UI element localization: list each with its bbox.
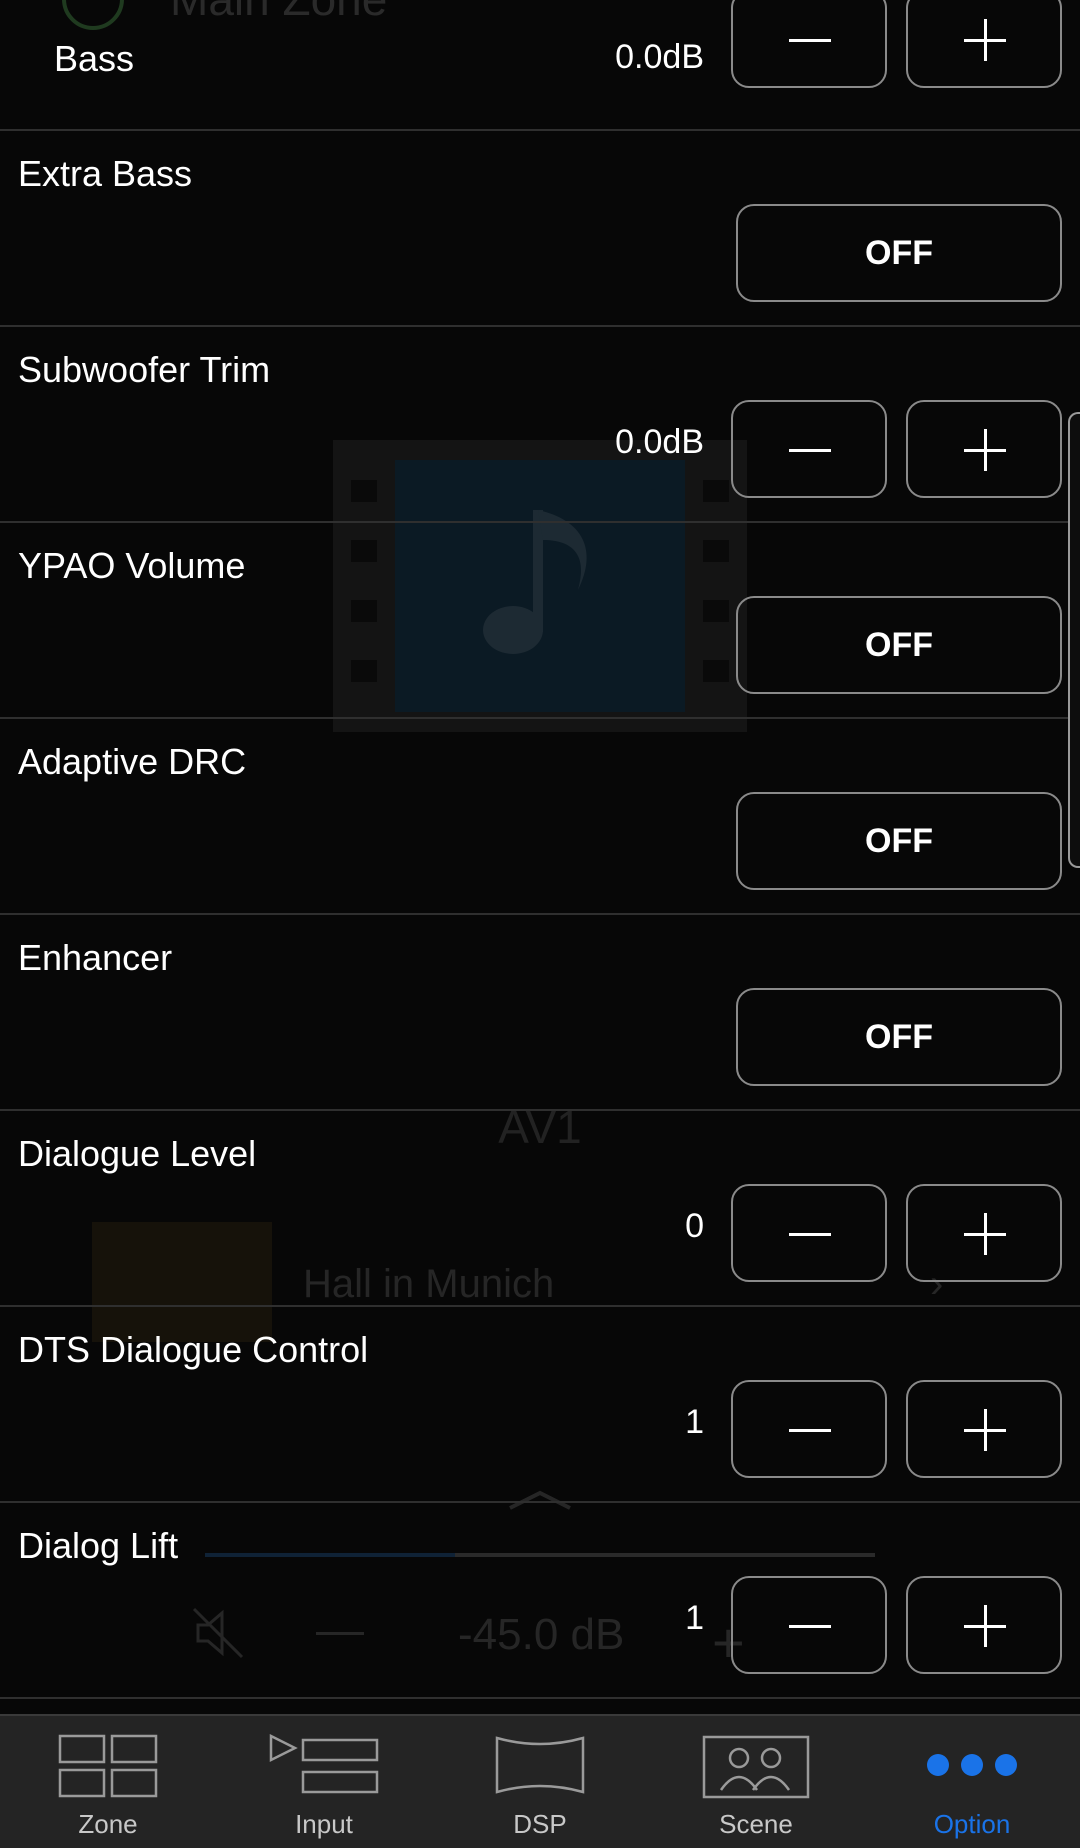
tab-label: Zone	[78, 1809, 138, 1839]
option-label: Dialog Lift	[18, 1525, 179, 1566]
option-label: Bass	[54, 38, 135, 79]
dts-dialogue-control-decrease-button[interactable]	[731, 1380, 887, 1478]
bass-decrease-button[interactable]	[731, 0, 887, 88]
subwoofer-trim-decrease-button[interactable]	[731, 400, 887, 498]
scene-icon	[702, 1735, 810, 1799]
tab-label: DSP	[513, 1809, 567, 1839]
option-row-extra-bass: Extra Bass OFF	[0, 131, 1080, 327]
minus-icon	[789, 1429, 831, 1432]
option-row-bass: Bass 0.0dB	[0, 0, 1080, 131]
scrollbar[interactable]	[1068, 412, 1080, 868]
option-value: 1	[685, 1403, 704, 1441]
tab-input[interactable]: Input	[216, 1716, 432, 1848]
extra-bass-toggle[interactable]: OFF	[736, 204, 1062, 302]
option-label: Subwoofer Trim	[18, 349, 271, 390]
option-row-ypao-volume: YPAO Volume OFF	[0, 523, 1080, 719]
dialog-lift-increase-button[interactable]	[906, 1576, 1062, 1674]
dialogue-level-decrease-button[interactable]	[731, 1184, 887, 1282]
minus-icon	[789, 1233, 831, 1236]
option-label: Dialogue Level	[18, 1133, 257, 1174]
option-value: 0.0dB	[615, 423, 704, 461]
tab-option[interactable]: Option	[864, 1716, 1080, 1848]
dsp-icon	[495, 1736, 585, 1794]
option-row-subwoofer-trim: Subwoofer Trim 0.0dB	[0, 327, 1080, 523]
ypao-volume-toggle[interactable]: OFF	[736, 596, 1062, 694]
option-row-dialog-lift: Dialog Lift 1	[0, 1503, 1080, 1699]
option-label: YPAO Volume	[18, 545, 246, 586]
dialog-lift-decrease-button[interactable]	[731, 1576, 887, 1674]
minus-icon	[789, 1625, 831, 1628]
dts-dialogue-control-increase-button[interactable]	[906, 1380, 1062, 1478]
tab-dsp[interactable]: DSP	[432, 1716, 648, 1848]
minus-icon	[789, 39, 831, 42]
tab-label: Scene	[719, 1809, 793, 1839]
adaptive-drc-toggle[interactable]: OFF	[736, 792, 1062, 890]
option-value: 1	[685, 1599, 704, 1637]
enhancer-toggle[interactable]: OFF	[736, 988, 1062, 1086]
tab-label: Input	[295, 1809, 353, 1839]
option-dots-icon	[927, 1754, 1017, 1776]
option-label: Enhancer	[18, 937, 173, 978]
option-value: 0.0dB	[615, 38, 704, 76]
option-row-enhancer: Enhancer OFF	[0, 915, 1080, 1111]
dialogue-level-increase-button[interactable]	[906, 1184, 1062, 1282]
minus-icon	[789, 449, 831, 452]
input-icon	[269, 1734, 379, 1794]
option-screen: Main Zone AV1 Hall in Munich › -4	[0, 0, 1080, 1848]
option-label: DTS Dialogue Control	[18, 1329, 369, 1370]
option-row-adaptive-drc: Adaptive DRC OFF	[0, 719, 1080, 915]
option-label: Extra Bass	[18, 153, 193, 194]
option-row-dts-dialogue-control: DTS Dialogue Control 1	[0, 1307, 1080, 1503]
option-row-dialogue-level: Dialogue Level 0	[0, 1111, 1080, 1307]
bottom-tab-bar: Zone Input DSP Scene Option	[0, 1714, 1080, 1848]
zone-icon	[58, 1734, 158, 1798]
tab-zone[interactable]: Zone	[0, 1716, 216, 1848]
tab-scene[interactable]: Scene	[648, 1716, 864, 1848]
subwoofer-trim-increase-button[interactable]	[906, 400, 1062, 498]
tab-label: Option	[933, 1809, 1011, 1839]
option-value: 0	[685, 1207, 704, 1245]
option-label: Adaptive DRC	[18, 741, 247, 782]
bass-increase-button[interactable]	[906, 0, 1062, 88]
